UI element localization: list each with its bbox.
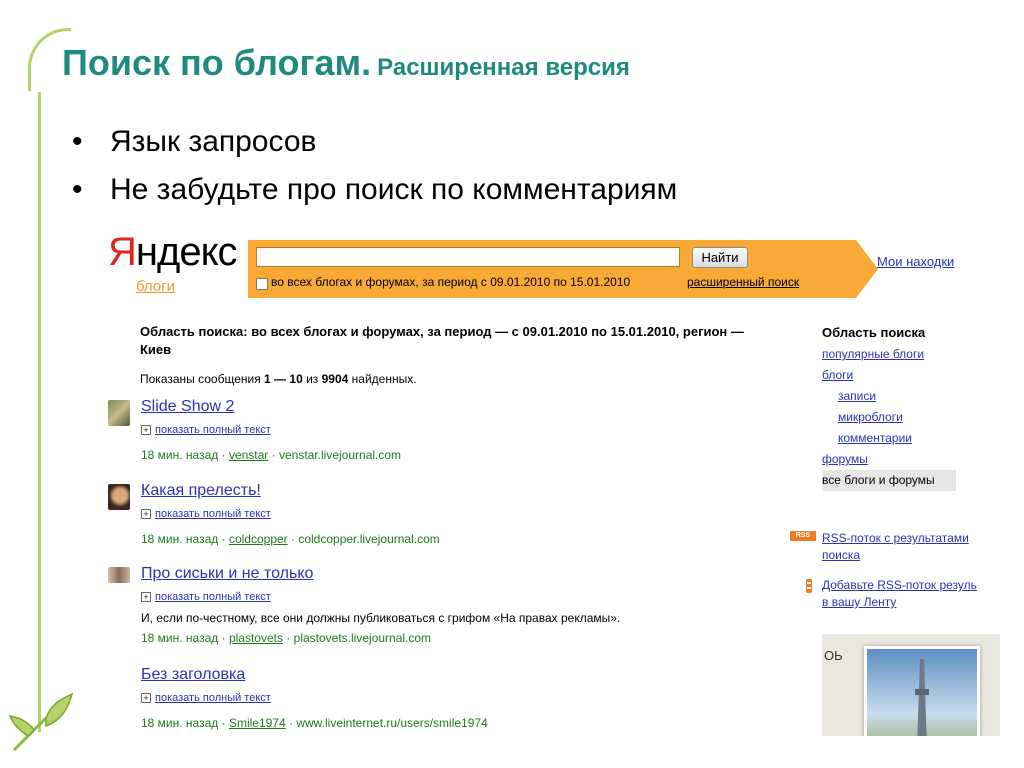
meta-sep: ·: [218, 532, 229, 546]
meta-sep: ·: [218, 631, 229, 645]
meta-sep: ·: [218, 448, 229, 462]
expand-icon: +: [141, 693, 151, 704]
my-finds-link[interactable]: Мои находки: [877, 254, 954, 269]
slide-title-sub: Расширенная версия: [377, 54, 630, 81]
sidebar-item-comments[interactable]: комментарии: [822, 428, 1000, 449]
map-widget[interactable]: ОЬ: [822, 634, 1000, 736]
result-site: plastovets.livejournal.com: [293, 631, 432, 645]
result-title-link[interactable]: Какая прелесть!: [141, 482, 261, 500]
result-site: venstar.livejournal.com: [278, 448, 402, 462]
sidebar-item-blogs[interactable]: блоги: [822, 365, 1000, 386]
search-bar-arrow: [856, 240, 878, 298]
meta-sep: ·: [218, 716, 229, 730]
count-range: 1 — 10: [264, 372, 303, 386]
result-time: 18 мин. назад: [141, 631, 219, 645]
scope-label: во всех блогах и форумах, за период с 09…: [271, 275, 631, 289]
sidebar-title: Область поиска: [822, 325, 926, 340]
expand-text[interactable]: + показать полный текст: [141, 424, 271, 436]
bullet-dot: •: [72, 173, 83, 206]
logo-rest: ндекс: [135, 230, 238, 274]
rss-icon: RSS: [790, 531, 816, 541]
result-time: 18 мин. назад: [141, 716, 219, 730]
meta-sep: ·: [285, 716, 297, 730]
decorative-line: [38, 92, 41, 732]
bullet-item: • Не забудьте про поиск по комментариям: [72, 166, 677, 214]
add-rss-line1[interactable]: Добавьте RSS-поток резуль: [822, 578, 977, 592]
result-meta: 18 мин. назад · venstar · venstar.livejo…: [141, 448, 401, 462]
avatar[interactable]: [108, 567, 130, 583]
bullet-list: • Язык запросов • Не забудьте про поиск по…: [72, 118, 677, 214]
logo-sub-link[interactable]: блоги: [136, 278, 175, 295]
advanced-search-link[interactable]: расширенный поиск: [687, 275, 799, 289]
result-snippet: И, если по-честному, все они должны публ…: [141, 611, 621, 625]
add-rss-line2[interactable]: в вашу Ленту: [822, 595, 896, 609]
result-site: coldcopper.livejournal.com: [298, 532, 440, 546]
sidebar-item-microblogs[interactable]: микроблоги: [822, 407, 1000, 428]
logo-letter: Я: [108, 230, 137, 274]
meta-sep: ·: [282, 631, 294, 645]
expand-icon: +: [141, 425, 151, 436]
expand-link[interactable]: показать полный текст: [155, 508, 271, 520]
result-title-link[interactable]: Slide Show 2: [141, 398, 234, 416]
slide-title-main: Поиск по блогам.: [62, 42, 372, 83]
search-button[interactable]: Найти: [692, 247, 748, 268]
slide-title: Поиск по блогам. Расширенная версия: [62, 42, 630, 84]
feed-add-icon: [806, 579, 812, 593]
count-mid: из: [302, 372, 322, 386]
sidebar-item-popular[interactable]: популярные блоги: [822, 344, 1000, 365]
sidebar-item-forums[interactable]: форумы: [822, 449, 1000, 470]
sidebar-item-all[interactable]: все блоги и форумы: [822, 470, 956, 491]
yandex-logo[interactable]: Яндекс: [108, 230, 238, 274]
rss-feed-link[interactable]: RSS-поток с результатами поиска: [822, 530, 1000, 564]
avatar[interactable]: [108, 400, 130, 426]
result-user-link[interactable]: plastovets: [229, 631, 283, 645]
expand-text[interactable]: + показать полный текст: [141, 508, 271, 520]
result-meta: 18 мин. назад · coldcopper · coldcopper.…: [141, 532, 440, 546]
expand-text[interactable]: + показать полный текст: [141, 591, 271, 603]
search-area-heading: Область поиска: во всех блогах и форумах…: [140, 324, 744, 357]
result-title-link[interactable]: Без заголовка: [141, 666, 245, 684]
result-meta: 18 мин. назад · plastovets · plastovets.…: [141, 631, 431, 645]
result-title-link[interactable]: Про сиськи и не только: [141, 565, 313, 583]
add-rss-link[interactable]: Добавьте RSS-поток резуль в вашу Ленту: [822, 577, 1000, 611]
meta-sep: ·: [268, 448, 279, 462]
count-suffix: найденных.: [348, 372, 417, 386]
results-count: Показаны сообщения 1 — 10 из 9904 найден…: [140, 372, 417, 386]
expand-link[interactable]: показать полный текст: [155, 591, 271, 603]
map-label: ОЬ: [824, 648, 843, 663]
result-meta: 18 мин. назад · Smile1974 · www.liveinte…: [141, 716, 488, 730]
tower-icon: [915, 659, 929, 736]
search-input[interactable]: [256, 247, 680, 267]
count-prefix: Показаны сообщения: [140, 372, 265, 386]
search-area-sidebar: Область поиска популярные блоги блоги за…: [822, 322, 1000, 491]
bullet-text: Не забудьте про поиск по комментариям: [110, 173, 678, 206]
scope-checkbox[interactable]: [256, 278, 268, 290]
result-site: www.liveinternet.ru/users/smile1974: [296, 716, 488, 730]
result-user-link[interactable]: venstar: [229, 448, 268, 462]
result-user-link[interactable]: Smile1974: [229, 716, 286, 730]
bullet-text: Язык запросов: [110, 125, 317, 158]
expand-icon: +: [141, 509, 151, 520]
expand-icon: +: [141, 592, 151, 603]
meta-sep: ·: [287, 532, 299, 546]
result-user-link[interactable]: coldcopper: [229, 532, 288, 546]
sidebar-item-posts[interactable]: записи: [822, 386, 1000, 407]
avatar[interactable]: [108, 484, 130, 510]
bullet-item: • Язык запросов: [72, 118, 677, 166]
yandex-blogs-screenshot: Яндекс блоги Найти во всех блогах и фору…: [100, 226, 1000, 736]
count-total: 9904: [321, 372, 349, 386]
expand-link[interactable]: показать полный текст: [155, 692, 271, 704]
bullet-dot: •: [72, 125, 83, 158]
leaf-icon: [8, 692, 74, 752]
result-time: 18 мин. назад: [141, 532, 219, 546]
map-photo[interactable]: [864, 646, 980, 736]
expand-text[interactable]: + показать полный текст: [141, 692, 271, 704]
expand-link[interactable]: показать полный текст: [155, 424, 271, 436]
result-time: 18 мин. назад: [141, 448, 219, 462]
